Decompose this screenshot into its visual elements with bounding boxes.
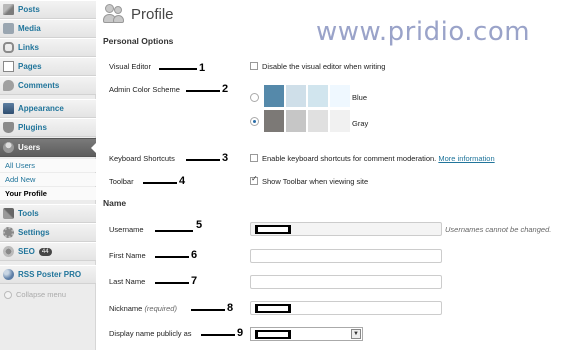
keyboard-shortcuts-checkbox-label: Enable keyboard shortcuts for comment mo… — [262, 154, 495, 163]
keyboard-shortcuts-label: Keyboard Shortcuts — [109, 154, 175, 163]
annotation-number-1: 1 — [199, 62, 206, 74]
annotation-number-8: 8 — [227, 302, 234, 314]
toolbar-label: Toolbar — [109, 177, 134, 186]
menu-appearance[interactable]: Appearance — [0, 99, 96, 118]
username-note: Usernames cannot be changed. — [445, 225, 552, 234]
tools-icon — [3, 208, 14, 219]
seo-icon — [3, 246, 14, 257]
personal-options-heading: Personal Options — [103, 36, 174, 46]
users-profile-icon — [103, 3, 125, 25]
annotation-number-3: 3 — [222, 152, 229, 164]
color-scheme-gray-label: Gray — [352, 119, 369, 128]
media-icon — [3, 23, 14, 34]
redacted-display-name — [255, 330, 291, 339]
collapse-menu-button[interactable]: Collapse menu — [4, 290, 66, 299]
visual-editor-checkbox[interactable] — [250, 62, 258, 70]
rss-icon — [3, 269, 14, 280]
menu-users[interactable]: Users — [0, 138, 97, 157]
toolbar-checkbox-label: Show Toolbar when viewing site — [262, 177, 369, 186]
comments-icon — [3, 80, 14, 91]
nickname-input[interactable] — [250, 301, 442, 315]
submenu-all-users[interactable]: All Users — [0, 159, 96, 172]
blue-swatch-4 — [330, 85, 350, 107]
annotation-line-2 — [186, 90, 220, 92]
annotation-number-2: 2 — [222, 83, 229, 95]
menu-rss-poster-pro[interactable]: RSS Poster PRO — [0, 265, 96, 284]
visual-editor-checkbox-label: Disable the visual editor when writing — [262, 62, 386, 71]
menu-seo[interactable]: SEO 44 — [0, 242, 96, 261]
display-name-select[interactable]: ▼ — [250, 327, 363, 341]
pages-icon — [3, 61, 14, 72]
toolbar-checkbox[interactable] — [250, 174, 258, 185]
blue-swatch-2 — [286, 85, 306, 107]
annotation-line-5 — [155, 230, 193, 232]
posts-icon — [3, 4, 14, 15]
page-header: Profile — [103, 3, 174, 25]
settings-icon — [3, 227, 14, 238]
annotation-number-5: 5 — [196, 219, 203, 231]
gray-swatch-4 — [330, 110, 350, 132]
annotation-line-6 — [155, 256, 189, 258]
submenu-your-profile[interactable]: Your Profile — [0, 187, 96, 200]
menu-pages[interactable]: Pages — [0, 57, 96, 76]
page-title: Profile — [131, 5, 174, 23]
menu-links[interactable]: Links — [0, 38, 96, 57]
menu-settings[interactable]: Settings — [0, 223, 96, 242]
annotation-line-4 — [143, 182, 177, 184]
first-name-input[interactable] — [250, 249, 442, 263]
annotation-line-9 — [201, 334, 235, 336]
color-scheme-blue-label: Blue — [352, 93, 368, 102]
first-name-label: First Name — [109, 251, 146, 260]
admin-color-scheme-label: Admin Color Scheme — [109, 85, 180, 94]
submenu-add-new[interactable]: Add New — [0, 173, 96, 186]
menu-comments[interactable]: Comments — [0, 76, 96, 95]
color-scheme-blue-radio[interactable] — [250, 93, 259, 102]
blue-swatch-1 — [264, 85, 284, 107]
annotation-number-9: 9 — [237, 327, 244, 339]
menu-plugins[interactable]: Plugins — [0, 118, 96, 137]
gray-swatch-2 — [286, 110, 306, 132]
annotation-number-4: 4 — [179, 175, 186, 187]
gray-swatch-3 — [308, 110, 328, 132]
plugins-icon — [3, 122, 14, 133]
menu-posts[interactable]: Posts — [0, 0, 96, 19]
keyboard-shortcuts-text: Enable keyboard shortcuts for comment mo… — [262, 154, 437, 163]
name-heading: Name — [103, 198, 127, 208]
blue-swatch-3 — [308, 85, 328, 107]
redacted-username — [255, 225, 291, 234]
users-icon — [3, 142, 14, 153]
collapse-arrow-icon — [4, 290, 12, 299]
appearance-icon — [3, 103, 14, 114]
annotation-line-1 — [159, 68, 197, 70]
annotation-line-7 — [155, 282, 189, 284]
watermark-text: www.pridio.com — [316, 17, 531, 47]
nickname-label: Nickname (required) — [109, 304, 177, 313]
more-information-link[interactable]: More information — [438, 154, 494, 163]
annotation-number-7: 7 — [191, 275, 198, 287]
display-name-label: Display name publicly as — [109, 329, 192, 338]
admin-sidebar: Posts Media Links Pages Comments Appeara… — [0, 0, 97, 350]
links-icon — [3, 42, 14, 53]
nickname-label-text: Nickname — [109, 304, 143, 313]
gray-swatch-1 — [264, 110, 284, 132]
last-name-input[interactable] — [250, 275, 442, 289]
nickname-required-note: (required) — [144, 304, 177, 313]
chevron-down-icon: ▼ — [351, 329, 361, 339]
visual-editor-label: Visual Editor — [109, 62, 151, 71]
last-name-label: Last Name — [109, 277, 146, 286]
menu-tools[interactable]: Tools — [0, 204, 96, 223]
collapse-menu-label: Collapse menu — [16, 290, 67, 299]
annotation-line-8 — [191, 309, 225, 311]
seo-count-badge: 44 — [38, 247, 52, 256]
annotation-number-6: 6 — [191, 249, 198, 261]
username-field — [250, 222, 442, 236]
username-label: Username — [109, 225, 144, 234]
color-scheme-gray-radio[interactable] — [250, 117, 259, 126]
redacted-nickname — [255, 304, 291, 313]
annotation-line-3 — [186, 159, 220, 161]
menu-media[interactable]: Media — [0, 19, 96, 38]
keyboard-shortcuts-checkbox[interactable] — [250, 154, 258, 162]
